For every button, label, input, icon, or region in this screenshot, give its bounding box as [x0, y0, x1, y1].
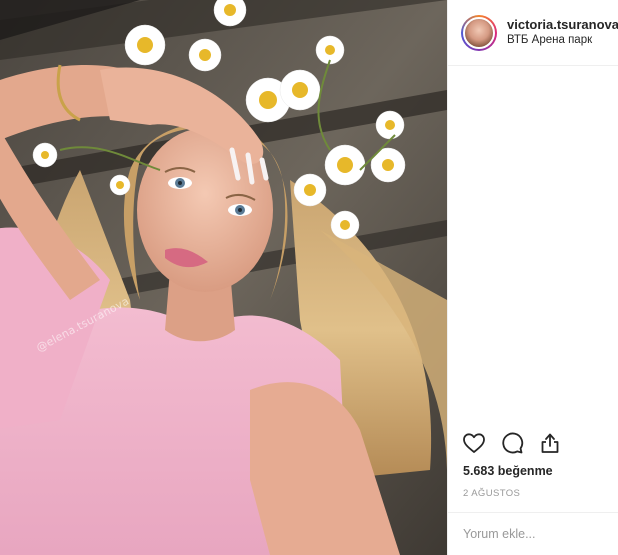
- like-button[interactable]: [462, 431, 486, 455]
- post-header: victoria.tsuranova ВТБ Арена парк: [448, 0, 618, 66]
- post-photo[interactable]: @elena.tsuranova: [0, 0, 447, 555]
- avatar-image: [463, 16, 495, 49]
- avatar[interactable]: [461, 14, 497, 51]
- user-info: victoria.tsuranova ВТБ Арена парк: [507, 17, 618, 48]
- share-button[interactable]: [538, 431, 562, 455]
- likes-count[interactable]: 5.683 beğenme: [463, 464, 553, 478]
- comment-box: [448, 512, 618, 555]
- comment-icon: [502, 432, 524, 454]
- selfie-illustration: [0, 0, 447, 555]
- action-bar: [462, 431, 576, 455]
- location-link[interactable]: ВТБ Арена парк: [507, 34, 618, 48]
- share-icon: [541, 433, 559, 453]
- instagram-post: @elena.tsuranova victoria.tsuranova ВТБ …: [0, 0, 618, 555]
- comment-input[interactable]: [463, 527, 603, 541]
- heart-icon: [463, 433, 485, 453]
- comment-button[interactable]: [500, 431, 524, 455]
- username-link[interactable]: victoria.tsuranova: [507, 17, 618, 33]
- post-date: 2 AĞUSTOS: [463, 488, 521, 499]
- post-side-panel: victoria.tsuranova ВТБ Арена парк 5.683 …: [447, 0, 618, 555]
